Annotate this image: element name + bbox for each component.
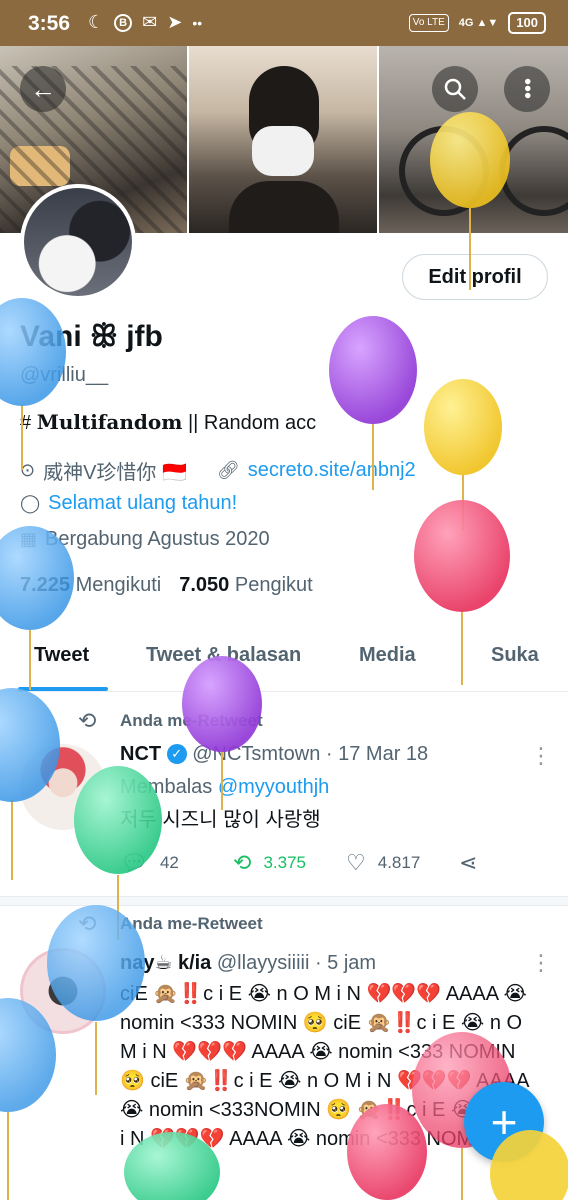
tweet-author-name[interactable]: nay☕ k/ia <box>120 952 211 974</box>
moon-icon: ☾ <box>88 12 105 32</box>
tweet-more-icon[interactable]: ⋮ <box>530 743 552 769</box>
share-icon: ⋖ <box>459 850 478 875</box>
calendar-icon: ▦ <box>20 529 38 549</box>
search-icon <box>444 78 466 100</box>
tweet-header: NCT ✓ @NCTsmtown · 17 Mar 18 <box>120 743 428 766</box>
reply-action[interactable]: 💬︎ 42 <box>120 850 233 876</box>
like-action[interactable]: ♡ 4.817 <box>346 850 459 876</box>
reply-to-link[interactable]: @myyouthjh <box>218 776 329 798</box>
retweet-label: Anda me-Retweet <box>120 914 263 933</box>
tweet-author-avatar[interactable] <box>20 744 106 830</box>
active-tab-indicator <box>18 687 108 691</box>
tweet-text: ciE 🙊‼️c i E 😭 n O M i N 💔💔💔 AAAA 😭 nomi… <box>120 983 535 1150</box>
tweet-author-name[interactable]: NCT <box>120 743 161 765</box>
tab-media[interactable]: Media <box>359 644 416 667</box>
status-bar: 3:56 ☾ B ✉ ➤ •• Vo LTE 4G ▲▼ 100 <box>0 0 568 46</box>
tab-tweet-replies[interactable]: Tweet & balasan <box>146 644 301 667</box>
tab-likes[interactable]: Suka <box>491 644 539 667</box>
status-left-icons: ☾ B ✉ ➤ •• <box>88 12 202 33</box>
network-icon: 4G ▲▼ <box>458 17 499 29</box>
share-action[interactable]: ⋖ <box>459 850 477 876</box>
battery-icon: 100 <box>508 12 546 34</box>
profile-stats: 7.225 Mengikuti 7.050 Pengikut <box>20 574 313 597</box>
tweet-author-avatar[interactable] <box>20 948 106 1034</box>
profile-avatar[interactable] <box>20 184 136 300</box>
following-stat[interactable]: 7.225 Mengikuti <box>20 574 161 597</box>
birthday-message[interactable]: Selamat ulang tahun! <box>48 492 237 515</box>
verified-badge-icon: ✓ <box>166 744 187 764</box>
tweet-author-handle: @NCTsmtown <box>192 743 321 765</box>
b-icon: B <box>114 13 133 32</box>
volte-icon: Vo LTE <box>408 14 449 32</box>
retweet-indicator-icon: ⟲ <box>78 708 97 733</box>
tweet-author-handle: @llayysiiiii <box>216 952 310 974</box>
mail-icon: ✉ <box>142 12 158 32</box>
status-right-icons: Vo LTE 4G ▲▼ 100 <box>408 12 546 34</box>
profile-meta-joined: ▦ Bergabung Agustus 2020 <box>20 528 270 551</box>
tweet-time: · 17 Mar 18 <box>325 743 429 765</box>
more-dots-icon: •• <box>192 14 203 31</box>
tab-tweet[interactable]: Tweet <box>34 644 89 667</box>
balloon-icon: ◯ <box>20 493 41 513</box>
tweet-text: 저두 시즈니 많이 사랑행 <box>120 809 321 831</box>
profile-meta-location-website: ⊙ 威神V珍惜你 🇮🇩 🔗︎ secreto.site/anbnj2 <box>20 456 416 485</box>
link-icon: 🔗︎ <box>216 460 240 480</box>
back-arrow-icon: ← <box>30 73 56 104</box>
tweet-actions: 💬︎ 42 ⟲ 3.375 ♡ 4.817 ⋖ <box>120 850 540 876</box>
search-button[interactable] <box>432 66 478 112</box>
tweet-header: nay☕ k/ia @llayysiiiii · 5 jam <box>120 950 376 975</box>
tweet-divider <box>0 896 568 906</box>
tweet-more-icon[interactable]: ⋮ <box>530 950 552 976</box>
profile-location: 威神V珍惜你 🇮🇩 <box>43 462 187 484</box>
more-options-button[interactable]: ••• <box>504 66 550 112</box>
tweet-time: · 5 jam <box>314 952 377 974</box>
profile-meta-birthday: ◯ Selamat ulang tahun! <box>20 492 237 515</box>
profile-tabs: Tweet Tweet & balasan Media Suka <box>0 630 568 692</box>
more-vertical-icon: ••• <box>516 78 538 100</box>
banner-image-person <box>189 46 377 233</box>
reply-icon: 💬︎ <box>120 850 148 875</box>
balloon-yellow-right <box>424 379 502 530</box>
retweet-label: Anda me-Retweet <box>120 711 263 730</box>
retweet-indicator-icon: ⟲ <box>78 911 97 936</box>
retweet-action[interactable]: ⟲ 3.375 <box>233 850 346 876</box>
balloon-yellow-bottom-right <box>490 1130 568 1200</box>
telegram-icon: ➤ <box>167 12 183 32</box>
heart-icon: ♡ <box>346 850 366 875</box>
profile-name: Vani ꕥ jfb <box>20 320 163 353</box>
profile-website-link[interactable]: secreto.site/anbnj2 <box>248 459 416 482</box>
followers-stat[interactable]: 7.050 Pengikut <box>179 574 312 597</box>
back-button[interactable]: ← <box>20 66 66 112</box>
retweet-icon: ⟲ <box>233 850 252 875</box>
status-time: 3:56 <box>28 12 71 35</box>
profile-joined: Bergabung Agustus 2020 <box>45 528 270 550</box>
tweet-reply-context: Membalas @myyouthjh <box>120 776 330 798</box>
profile-bio: # Multifandom || Random acc <box>20 410 317 434</box>
edit-profile-button[interactable]: Edit profil <box>402 254 548 300</box>
profile-handle: @vrilliu__ <box>20 364 109 386</box>
location-pin-icon: ⊙ <box>20 460 36 480</box>
